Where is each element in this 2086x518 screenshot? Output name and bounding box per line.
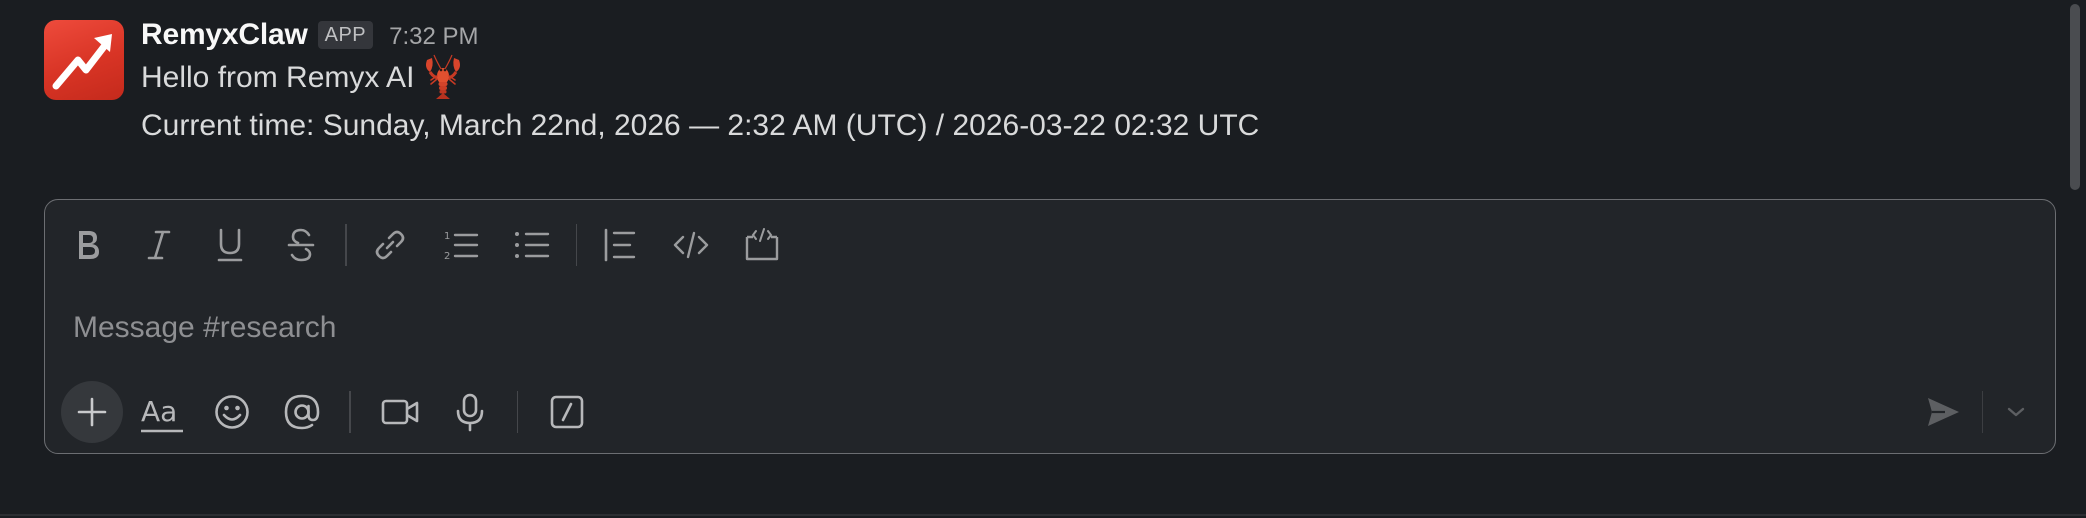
svg-text:2: 2 xyxy=(444,251,450,262)
avatar[interactable] xyxy=(44,20,124,100)
ordered-list-icon: 1 2 xyxy=(444,231,478,262)
message-timestamp[interactable]: 7:32 PM xyxy=(389,19,478,51)
divider xyxy=(0,514,2086,516)
message-text: Hello from Remyx AI xyxy=(141,61,415,94)
emoji-icon xyxy=(215,395,249,429)
attach-button[interactable] xyxy=(61,381,123,443)
send-button[interactable] xyxy=(1914,383,1972,441)
send-divider xyxy=(1981,391,1983,433)
message-body: RemyxClaw APP 7:32 PM Hello from Remyx A… xyxy=(141,16,2024,150)
microphone-icon xyxy=(456,393,483,432)
mention-icon xyxy=(284,394,320,430)
scrollbar-thumb[interactable] xyxy=(2070,4,2080,190)
message-item: RemyxClaw APP 7:32 PM Hello from Remyx A… xyxy=(44,16,2024,156)
message-composer: 1 2 Message #research Aa xyxy=(44,199,2056,454)
svg-text:1: 1 xyxy=(444,231,450,242)
toolbar-divider xyxy=(575,224,577,266)
author-name[interactable]: RemyxClaw xyxy=(141,18,308,52)
scrollbar[interactable] xyxy=(2058,0,2086,518)
strikethrough-button[interactable] xyxy=(272,216,330,274)
ordered-list-button[interactable]: 1 2 xyxy=(432,216,490,274)
mention-button[interactable] xyxy=(273,383,331,441)
plus-icon xyxy=(77,397,107,427)
shortcuts-icon xyxy=(550,395,584,429)
code-icon xyxy=(673,231,709,259)
emoji-button[interactable] xyxy=(203,383,261,441)
link-icon xyxy=(375,230,404,260)
action-bar-divider xyxy=(516,391,518,433)
text-format-button[interactable]: Aa xyxy=(133,383,191,441)
bulleted-list-icon xyxy=(514,232,549,258)
video-icon xyxy=(381,399,418,425)
shortcuts-button[interactable] xyxy=(538,383,596,441)
code-block-icon xyxy=(745,228,779,261)
app-badge: APP xyxy=(317,21,374,49)
slack-channel-view: RemyxClaw APP 7:32 PM Hello from Remyx A… xyxy=(0,0,2086,518)
lobster-emoji-icon xyxy=(422,54,464,100)
send-icon xyxy=(1927,398,1959,426)
code-block-button[interactable] xyxy=(733,216,791,274)
toolbar-divider xyxy=(345,224,347,266)
strikethrough-icon xyxy=(287,228,315,262)
blockquote-icon xyxy=(604,228,636,262)
formatting-toolbar: 1 2 xyxy=(59,216,804,274)
italic-button[interactable] xyxy=(130,216,188,274)
code-button[interactable] xyxy=(662,216,720,274)
bold-button[interactable] xyxy=(59,216,117,274)
link-button[interactable] xyxy=(361,216,419,274)
underline-button[interactable] xyxy=(201,216,259,274)
message-input-area xyxy=(73,304,2027,352)
bold-icon xyxy=(79,231,99,259)
schedule-send-button[interactable] xyxy=(1993,383,2039,441)
composer-action-bar: Aa xyxy=(61,381,608,443)
svg-text:Aa: Aa xyxy=(141,395,177,428)
bulleted-list-button[interactable] xyxy=(503,216,561,274)
audio-clip-button[interactable] xyxy=(441,383,499,441)
chevron-down-icon xyxy=(2007,407,2025,417)
underline-icon xyxy=(217,228,243,262)
action-bar-divider xyxy=(349,391,351,433)
message-line-2: Current time: Sunday, March 22nd, 2026 —… xyxy=(141,109,1260,142)
italic-icon xyxy=(147,230,171,260)
message-header: RemyxClaw APP 7:32 PM xyxy=(141,16,2024,54)
message-input[interactable] xyxy=(73,304,2027,352)
video-clip-button[interactable] xyxy=(371,383,429,441)
send-controls xyxy=(1914,381,2040,443)
text-format-icon: Aa xyxy=(141,395,183,433)
blockquote-button[interactable] xyxy=(591,216,649,274)
message-line-1: Hello from Remyx AI xyxy=(141,54,2024,102)
